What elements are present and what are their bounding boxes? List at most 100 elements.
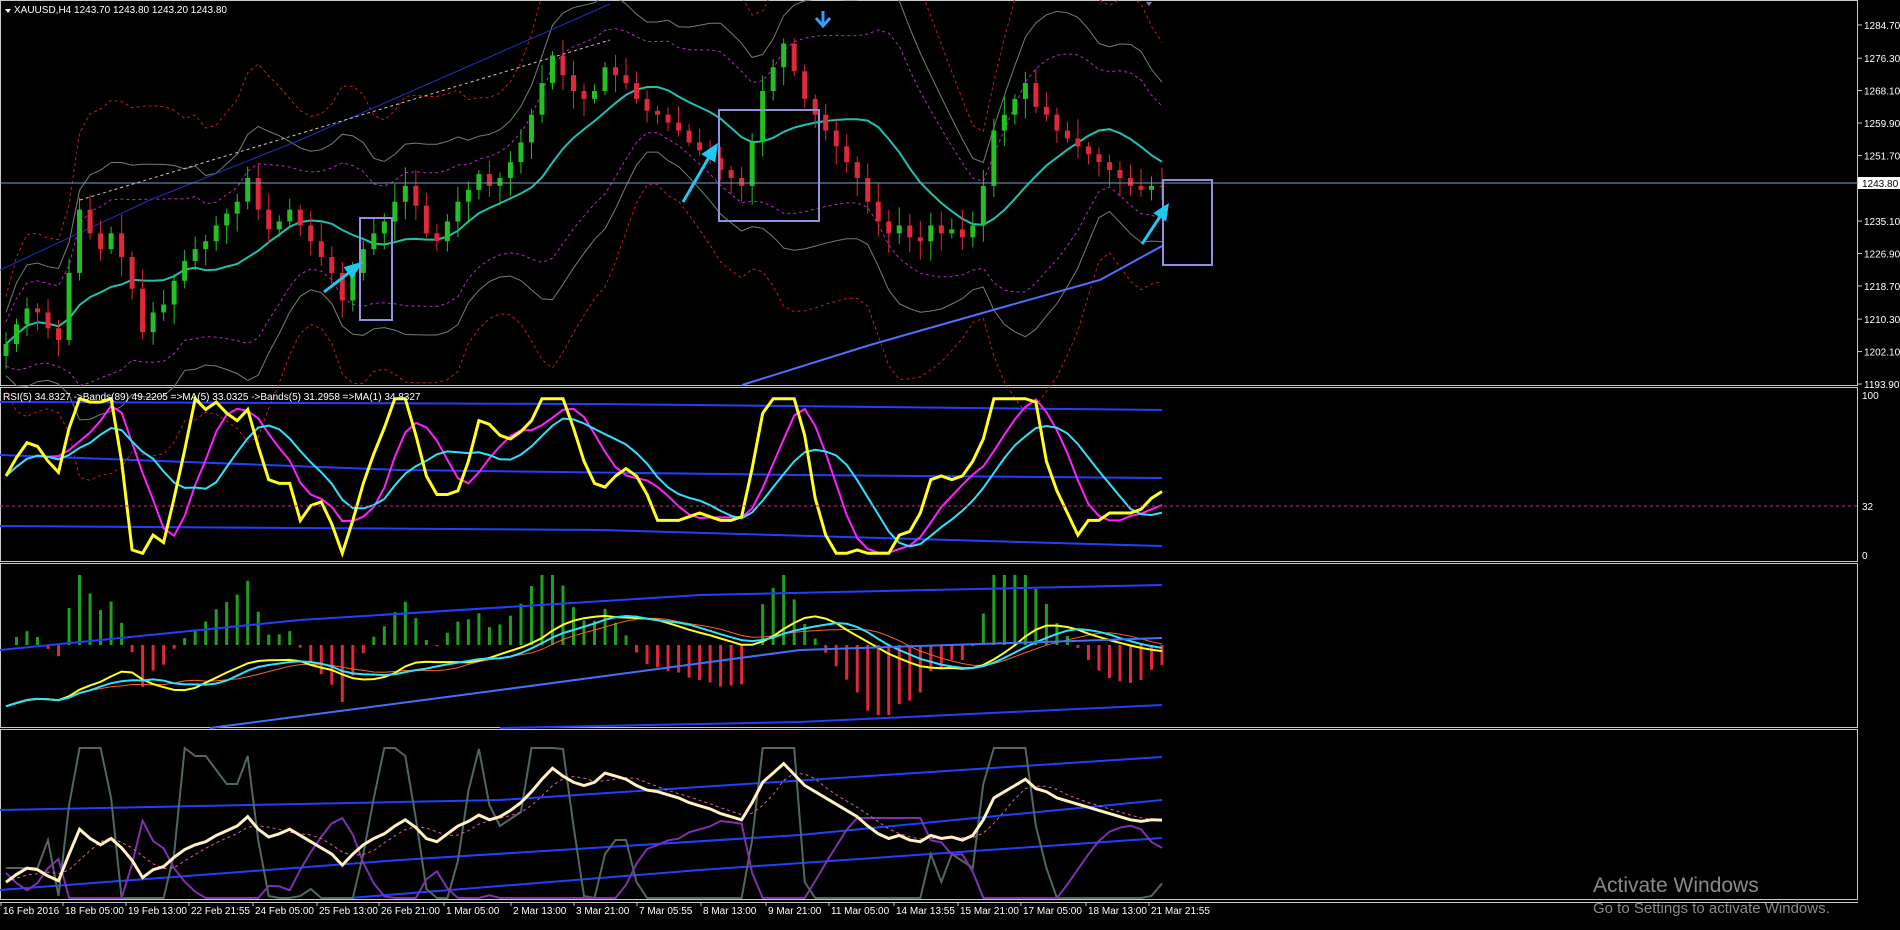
- candle-body: [865, 177, 871, 202]
- candle-body: [623, 75, 629, 84]
- candle-body: [980, 185, 986, 226]
- arrow-annotations[interactable]: [323, 142, 1169, 294]
- price-tick-label: 1268.10: [1864, 87, 1900, 98]
- candle-body: [781, 43, 787, 68]
- candle-body: [444, 221, 450, 242]
- candle-body: [1106, 162, 1112, 171]
- candle-body: [991, 130, 997, 186]
- time-tick-label: 25 Feb 13:00: [319, 906, 378, 917]
- candle-body: [728, 170, 734, 178]
- candle-body: [119, 233, 125, 258]
- candle-body: [644, 98, 650, 111]
- candle-body: [3, 344, 9, 356]
- price-axis[interactable]: 1284.70 1276.30 1268.10 1259.90 1251.70 1235.…: [1858, 21, 1900, 391]
- candlestick-series[interactable]: [3, 38, 1165, 369]
- price-tick-label: 1259.90: [1864, 119, 1900, 130]
- time-tick-label: 11 Mar 05:00: [831, 906, 890, 917]
- candle-body: [1075, 138, 1081, 147]
- rsi-panel[interactable]: [0, 395, 1163, 558]
- candle-body: [655, 110, 661, 115]
- current-price-label: 1243.80: [1862, 179, 1899, 190]
- rsi-axis-100: 100: [1862, 391, 1879, 402]
- chart-window[interactable]: XAUUSD,H4 1243.70 1243.80 1243.20 1243.8…: [0, 0, 1900, 930]
- osc-main-line: [5, 761, 1163, 884]
- activate-windows-title: Activate Windows: [1593, 874, 1759, 897]
- rsi-axis-0: 0: [1862, 551, 1868, 562]
- candle-body: [970, 225, 976, 238]
- candle-body: [1064, 130, 1070, 139]
- candle-body: [560, 55, 566, 76]
- time-tick-label: 21 Mar 21:55: [1151, 906, 1210, 917]
- candle-body: [287, 209, 293, 222]
- band-inner-upper-line: [5, 28, 1163, 323]
- band-outer-upper-line: [5, 0, 1163, 297]
- oscillator-panel[interactable]: [0, 746, 1163, 900]
- candle-body: [66, 272, 72, 341]
- candle-body: [1138, 185, 1144, 190]
- time-axis[interactable]: 16 Feb 2016 18 Feb 05:00 19 Feb 13:00 22 Fe…: [0, 902, 1210, 917]
- candle-body: [938, 225, 944, 234]
- candle-body: [87, 209, 93, 234]
- shift-marker-icon[interactable]: [5, 9, 11, 13]
- time-tick-label: 26 Feb 21:00: [381, 906, 440, 917]
- candle-body: [896, 225, 902, 234]
- time-tick-label: 17 Mar 05:00: [1023, 906, 1082, 917]
- symbol-header: XAUUSD,H4 1243.70 1243.80 1243.20 1243.8…: [14, 5, 227, 16]
- time-tick-label: 9 Mar 21:00: [768, 906, 822, 917]
- macd-panel[interactable]: [0, 575, 1164, 729]
- candle-body: [886, 221, 892, 234]
- candle-body: [24, 308, 30, 325]
- macd-lower-line: [499, 704, 1163, 729]
- candle-body: [1148, 185, 1154, 190]
- candle-body: [276, 221, 282, 230]
- candle-body: [234, 201, 240, 214]
- candle-body: [1043, 106, 1049, 115]
- price-tick-label: 1235.10: [1864, 217, 1900, 228]
- candle-body: [98, 233, 104, 250]
- candle-body: [203, 241, 209, 250]
- price-tick-label: 1276.30: [1864, 54, 1900, 65]
- candle-body: [150, 312, 156, 333]
- price-tick-label: 1284.70: [1864, 21, 1900, 32]
- candle-body: [928, 225, 934, 242]
- candle-body: [56, 328, 62, 341]
- chart-shift-icon[interactable]: [1146, 2, 1152, 6]
- candle-body: [224, 213, 230, 226]
- candle-body: [602, 67, 608, 91]
- arrow-2: [681, 151, 714, 203]
- time-tick-label: 16 Feb 2016: [3, 906, 60, 917]
- candle-body: [833, 130, 839, 147]
- candle-body: [1096, 154, 1102, 163]
- band-outer-lower-line: [5, 184, 1163, 481]
- candle-body: [77, 209, 83, 273]
- candle-body: [1022, 83, 1028, 99]
- candle-body: [266, 209, 272, 230]
- candle-body: [45, 312, 51, 329]
- candle-body: [14, 324, 20, 345]
- candle-body: [844, 146, 850, 163]
- candle-body: [507, 162, 513, 178]
- candle-body: [854, 162, 860, 178]
- candle-body: [476, 174, 482, 190]
- candle-body: [959, 229, 965, 238]
- candle-body: [570, 75, 576, 91]
- band-lower-line: [5, 151, 1163, 421]
- annotation-box-2: [718, 109, 820, 222]
- osc-purple-line: [5, 816, 1163, 899]
- time-tick-label: 24 Feb 05:00: [255, 906, 314, 917]
- annotations[interactable]: [359, 109, 1213, 321]
- candle-body: [161, 304, 167, 313]
- rsi-header: RSI(5) 34.8327 ->Bands(89) 49.2205 =>MA(…: [3, 392, 421, 403]
- time-tick-label: 22 Feb 21:55: [191, 906, 250, 917]
- candle-body: [297, 209, 303, 226]
- candle-body: [949, 229, 955, 234]
- candle-body: [1054, 114, 1060, 131]
- long-ma-line: [741, 245, 1163, 386]
- candle-body: [581, 90, 587, 99]
- candle-body: [497, 177, 503, 186]
- candle-body: [613, 67, 619, 76]
- candle-body: [802, 71, 808, 99]
- price-tick-label: 1193.90: [1864, 380, 1900, 391]
- time-tick-label: 7 Mar 05:55: [639, 906, 693, 917]
- candle-body: [140, 288, 146, 333]
